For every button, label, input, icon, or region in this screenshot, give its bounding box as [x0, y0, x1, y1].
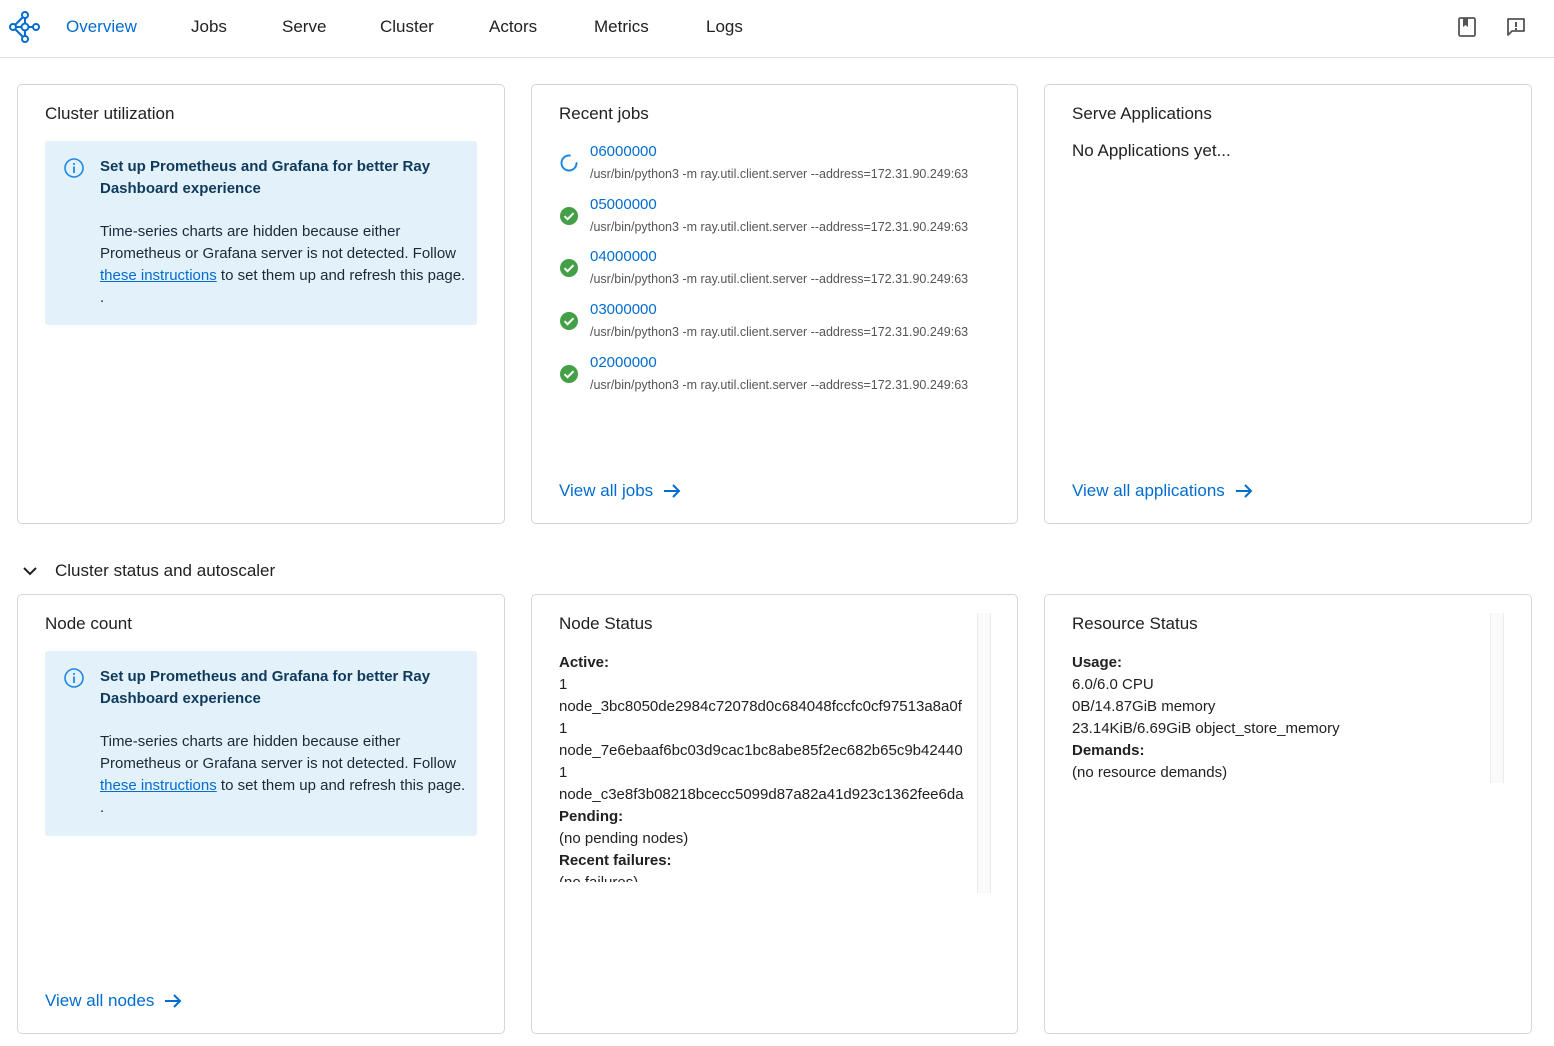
info-text: Time-series charts are hidden because ei… — [100, 733, 457, 772]
view-all-applications-label: View all applications — [1072, 481, 1225, 500]
node-name: node_3bc8050de2984c72078d0c684048fccfc0c… — [559, 698, 962, 715]
info-body: Time-series charts are hidden because ei… — [100, 221, 470, 309]
feedback-icon[interactable] — [1505, 16, 1527, 38]
nav-tab-cluster[interactable]: Cluster — [380, 17, 434, 37]
job-success-icon — [560, 365, 578, 383]
failures-value: (no failures) — [559, 872, 977, 882]
card-title: Resource Status — [1072, 614, 1198, 633]
node-status-content: Active: 1 node_3bc8050de2984c72078d0c684… — [559, 652, 977, 882]
docs-book-icon[interactable] — [1456, 16, 1478, 38]
demands-label: Demands: — [1072, 742, 1145, 759]
job-row[interactable]: 03000000 /usr/bin/python3 -m ray.util.cl… — [559, 301, 999, 351]
job-command: /usr/bin/python3 -m ray.util.client.serv… — [590, 220, 969, 234]
nav-tab-serve[interactable]: Serve — [282, 17, 326, 37]
job-success-icon — [560, 207, 578, 225]
card-title: Recent jobs — [559, 104, 649, 123]
card-title: Node Status — [559, 614, 653, 633]
section-title: Cluster status and autoscaler — [55, 561, 276, 580]
node-status-scrollbar[interactable] — [977, 613, 991, 893]
serve-empty-message: No Applications yet... — [1072, 141, 1231, 160]
info-title: Set up Prometheus and Grafana for better… — [100, 158, 431, 197]
view-all-nodes-link[interactable]: View all nodes — [45, 991, 182, 1011]
usage-object-store: 23.14KiB/6.69GiB object_store_memory — [1072, 720, 1340, 737]
info-body: Time-series charts are hidden because ei… — [100, 731, 470, 819]
arrow-right-icon — [165, 994, 182, 1008]
view-all-nodes-label: View all nodes — [45, 991, 155, 1010]
job-row[interactable]: 02000000 /usr/bin/python3 -m ray.util.cl… — [559, 354, 999, 404]
node-status-card: Node Status Active: 1 node_3bc8050de2984… — [531, 594, 1018, 1034]
pending-label: Pending: — [559, 808, 624, 825]
info-text: Time-series charts are hidden because ei… — [100, 223, 457, 262]
view-all-jobs-label: View all jobs — [559, 481, 654, 500]
usage-label: Usage: — [1072, 654, 1123, 671]
job-id-link[interactable]: 02000000 — [590, 354, 657, 371]
job-id-link[interactable]: 06000000 — [590, 143, 657, 160]
serve-applications-card: Serve Applications No Applications yet..… — [1044, 84, 1532, 524]
prometheus-info-alert: Set up Prometheus and Grafana for better… — [45, 651, 477, 836]
job-command: /usr/bin/python3 -m ray.util.client.serv… — [590, 378, 969, 392]
usage-cpu: 6.0/6.0 CPU — [1072, 676, 1154, 693]
nav-tab-metrics[interactable]: Metrics — [594, 17, 649, 37]
job-row[interactable]: 06000000 /usr/bin/python3 -m ray.util.cl… — [559, 143, 999, 193]
resource-status-content: Usage: 6.0/6.0 CPU 0B/14.87GiB memory 23… — [1072, 652, 1490, 784]
view-all-applications-link[interactable]: View all applications — [1072, 481, 1253, 501]
job-row[interactable]: 05000000 /usr/bin/python3 -m ray.util.cl… — [559, 196, 999, 246]
job-running-spinner-icon — [560, 154, 578, 172]
nav-tab-overview[interactable]: Overview — [66, 17, 137, 37]
recent-jobs-card: Recent jobs 06000000 /usr/bin/python3 -m… — [531, 84, 1018, 524]
chevron-down-icon — [23, 567, 37, 576]
active-label: Active: — [559, 654, 610, 671]
job-command: /usr/bin/python3 -m ray.util.client.serv… — [590, 167, 969, 181]
resource-status-scrollbar[interactable] — [1490, 613, 1504, 783]
info-title: Set up Prometheus and Grafana for better… — [100, 668, 431, 707]
failures-label: Recent failures: — [559, 852, 672, 869]
info-icon — [64, 668, 84, 688]
cluster-status-section-toggle[interactable]: Cluster status and autoscaler — [20, 561, 275, 581]
view-all-jobs-link[interactable]: View all jobs — [559, 481, 681, 501]
job-row[interactable]: 04000000 /usr/bin/python3 -m ray.util.cl… — [559, 248, 999, 298]
node-count-value: 1 — [559, 676, 568, 693]
job-command: /usr/bin/python3 -m ray.util.client.serv… — [590, 325, 969, 339]
usage-memory: 0B/14.87GiB memory — [1072, 698, 1216, 715]
instructions-link[interactable]: these instructions — [100, 267, 217, 284]
node-name: node_c3e8f3b08218bcecc5099d87a82a41d923c… — [559, 786, 964, 803]
card-title: Node count — [45, 614, 132, 633]
node-count-card: Node count Set up Prometheus and Grafana… — [17, 594, 505, 1034]
card-title: Cluster utilization — [45, 104, 175, 123]
cluster-utilization-card: Cluster utilization Set up Prometheus an… — [17, 84, 505, 524]
info-icon — [64, 158, 84, 178]
nav-tab-jobs[interactable]: Jobs — [191, 17, 227, 37]
prometheus-info-alert: Set up Prometheus and Grafana for better… — [45, 141, 477, 325]
job-success-icon — [560, 312, 578, 330]
resource-status-card: Resource Status Usage: 6.0/6.0 CPU 0B/14… — [1044, 594, 1532, 1034]
job-id-link[interactable]: 05000000 — [590, 196, 657, 213]
job-success-icon — [560, 259, 578, 277]
ray-logo-icon[interactable] — [8, 10, 40, 44]
job-id-link[interactable]: 04000000 — [590, 248, 657, 265]
card-title: Serve Applications — [1072, 104, 1212, 123]
node-count-value: 1 — [559, 764, 568, 781]
job-command: /usr/bin/python3 -m ray.util.client.serv… — [590, 272, 969, 286]
demands-value: (no resource demands) — [1072, 764, 1228, 781]
node-count-value: 1 — [559, 720, 568, 737]
top-nav-bar: Overview Jobs Serve Cluster Actors Metri… — [0, 0, 1554, 58]
job-id-link[interactable]: 03000000 — [590, 301, 657, 318]
instructions-link[interactable]: these instructions — [100, 777, 217, 794]
nav-tab-logs[interactable]: Logs — [706, 17, 743, 37]
arrow-right-icon — [1235, 484, 1253, 498]
node-name: node_7e6ebaaf6bc03d9cac1bc8abe85f2ec682b… — [559, 742, 963, 759]
nav-tab-actors[interactable]: Actors — [489, 17, 537, 37]
arrow-right-icon — [664, 484, 681, 498]
pending-value: (no pending nodes) — [559, 830, 689, 847]
